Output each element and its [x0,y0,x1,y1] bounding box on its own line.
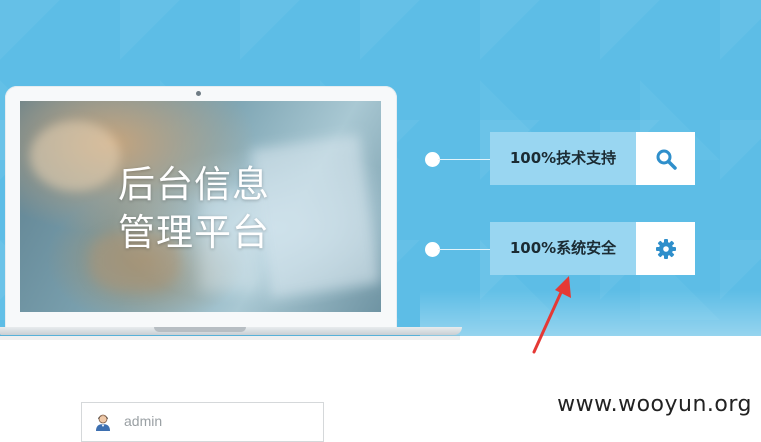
laptop-notch [154,327,246,332]
feature-tech-support-label: 100%技术支持 [490,132,636,185]
hero-bottom-fade [420,290,761,336]
gear-icon [655,238,676,259]
platform-title-line2: 管理平台 [118,211,270,254]
annotation-arrow-icon [532,276,571,354]
search-icon [656,149,677,170]
platform-title-line1: 后台信息 [118,163,270,206]
username-input[interactable]: admin [81,402,324,442]
connector-line [438,249,491,250]
laptop-shadow [0,335,460,340]
connector-line [438,159,491,160]
hero-banner: 后台信息 管理平台 100%技术支持 100%系统安全 [0,0,761,336]
platform-title: 后台信息 管理平台 [118,161,270,257]
feature-system-security-label: 100%系统安全 [490,222,636,275]
feature-tech-support-icon-box [636,132,695,185]
user-icon [96,414,110,431]
watermark-text: www.wooyun.org [557,392,752,417]
screen-blur-shape [30,121,120,191]
laptop-screen: 后台信息 管理平台 [20,101,381,312]
laptop-camera [196,91,201,96]
feature-system-security-icon-box [636,222,695,275]
username-value: admin [124,413,163,429]
